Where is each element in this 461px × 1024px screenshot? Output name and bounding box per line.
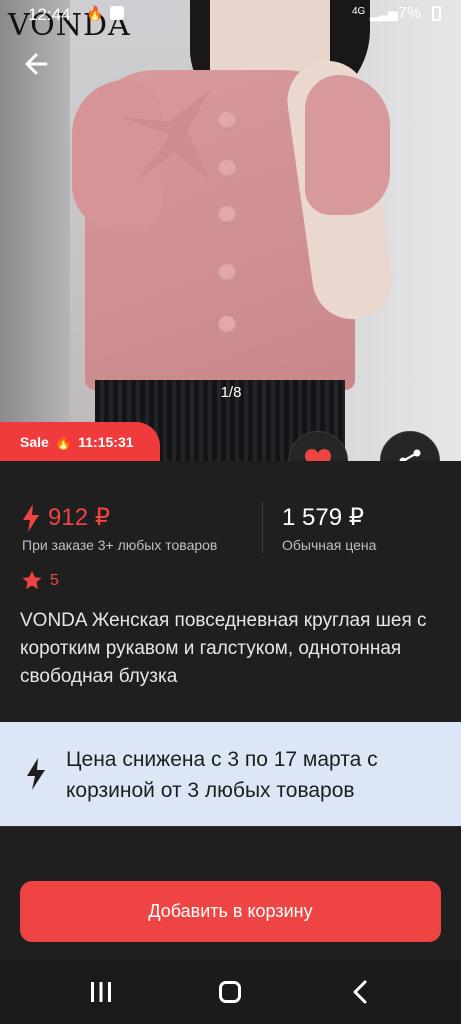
sale-timer: 11:15:31 (78, 434, 134, 450)
image-button (218, 264, 236, 282)
price-divider (262, 501, 263, 553)
flame-icon: 🔥 (86, 5, 104, 21)
product-info-card: 912 ₽ При заказе 3+ любых товаров 1 579 … (0, 461, 461, 711)
star-icon (22, 571, 42, 589)
nav-back-icon[interactable] (350, 980, 370, 1004)
system-nav-bar (0, 960, 461, 1024)
image-button (218, 316, 236, 334)
image-button (218, 206, 236, 224)
promo-price: 912 ₽ (22, 503, 110, 532)
promo-price-value: 912 ₽ (48, 504, 110, 531)
image-page-indicator: 1/8 (220, 384, 242, 401)
regular-price-label: Обычная цена (282, 537, 377, 553)
signal-icon: ▂▃▅ (370, 6, 398, 21)
image-button (218, 112, 236, 130)
more-content-section (0, 826, 461, 886)
battery-icon (432, 6, 441, 21)
sale-label: Sale (20, 434, 49, 450)
fire-icon: 🔥 (54, 433, 73, 450)
rating[interactable]: 5 (22, 571, 59, 590)
product-title: VONDA Женская повседневная круглая шея с… (20, 610, 427, 687)
rating-value: 5 (50, 571, 59, 589)
battery-percent: 7% (398, 5, 422, 22)
sale-badge: Sale 🔥 11:15:31 (0, 422, 160, 462)
promo-banner-text: Цена снижена с 3 по 17 марта с корзиной … (66, 748, 378, 802)
status-time: 12:44 (28, 5, 71, 24)
status-bar: 12:44 🔥 4G ▂▃▅ 7% (0, 0, 461, 30)
promo-banner[interactable]: Цена снижена с 3 по 17 марта с корзиной … (0, 722, 461, 826)
lightning-icon (23, 503, 39, 532)
lightning-icon (27, 758, 45, 790)
app-notification-icon (110, 6, 124, 20)
add-to-cart-button[interactable]: Добавить в корзину (20, 881, 441, 942)
recent-apps-icon[interactable] (90, 982, 112, 1002)
image-sleeve-left (72, 80, 162, 230)
image-button (218, 160, 236, 178)
back-button[interactable] (18, 44, 58, 84)
home-icon[interactable] (219, 981, 241, 1003)
regular-price: 1 579 ₽ (282, 504, 364, 531)
promo-price-condition: При заказе 3+ любых товаров (22, 537, 218, 553)
image-sleeve-right (305, 75, 390, 215)
back-arrow-icon (25, 53, 48, 75)
product-screen: VONDA 12:44 🔥 4G ▂▃▅ 7% 1/8 Sale 🔥 11:15… (0, 0, 461, 1024)
network-type: 4G (352, 6, 366, 17)
